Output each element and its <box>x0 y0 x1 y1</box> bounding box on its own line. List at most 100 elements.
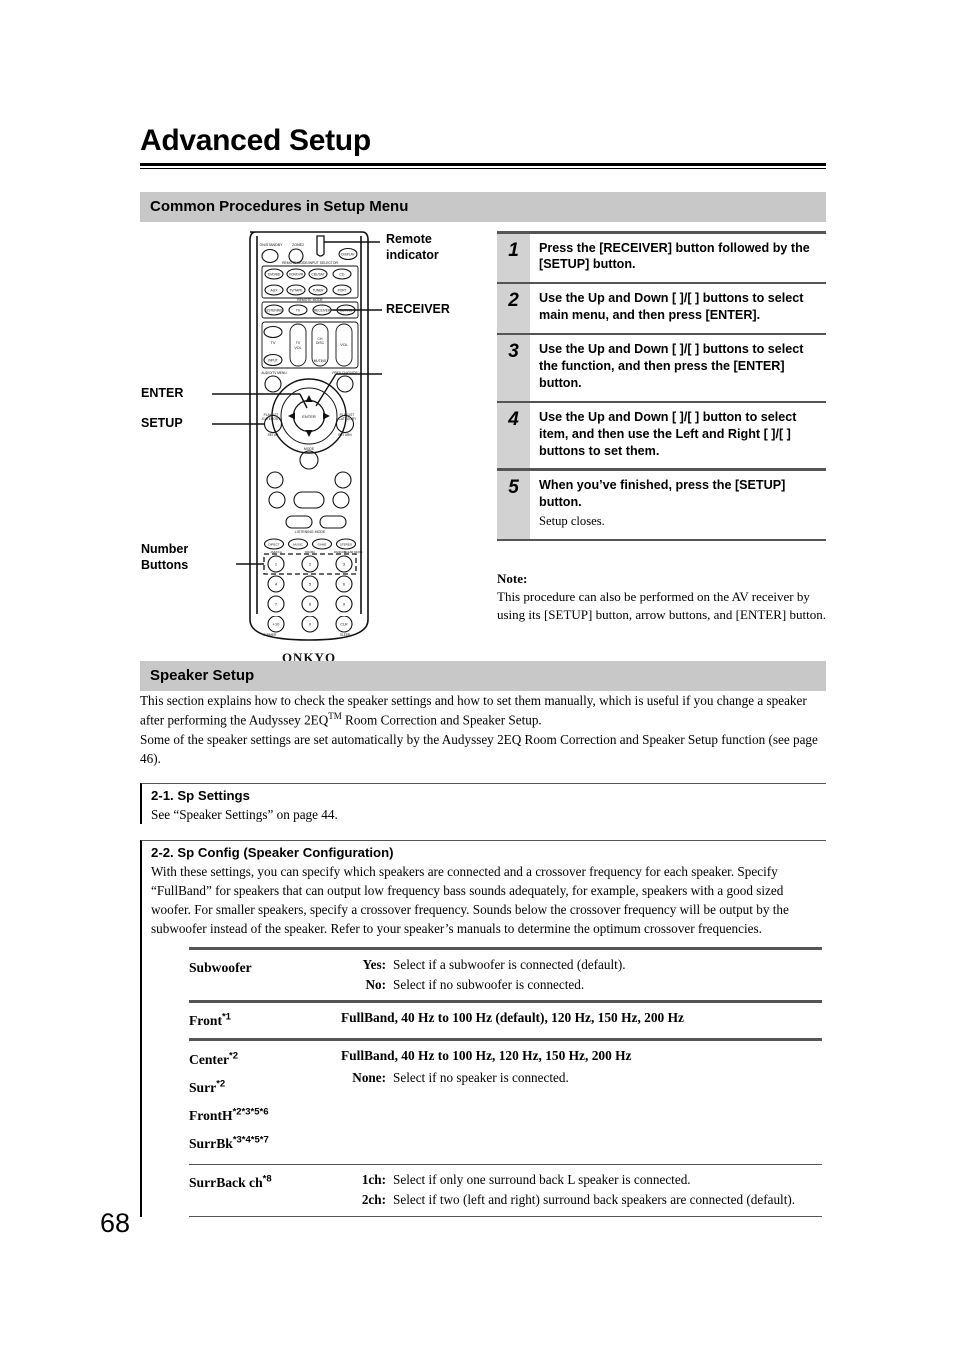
table-row-surrback-ch: SurrBack ch*8 1ch: Select if only one su… <box>189 1165 822 1216</box>
svg-text:DRAMA: DRAMA <box>305 550 315 554</box>
step-row: 4 Use the Up and Down [ ]/[ ] button to … <box>497 403 826 469</box>
step-row: 3 Use the Up and Down [ ]/[ ] buttons to… <box>497 335 826 401</box>
option-desc: Select if two (left and right) surround … <box>393 1192 796 1208</box>
row-values: FullBand, 40 Hz to 100 Hz (default), 120… <box>341 1008 822 1033</box>
step-number: 1 <box>497 233 530 282</box>
row-values: 1ch: Select if only one surround back L … <box>341 1170 822 1211</box>
svg-text:VOL: VOL <box>340 343 348 347</box>
row-label: Subwoofer <box>189 955 341 996</box>
option-desc: Select if no subwoofer is connected. <box>393 976 585 992</box>
svg-text:ZONE2: ZONE2 <box>292 243 304 247</box>
footnote-ref: *2 <box>229 1050 238 1062</box>
svg-text:SLEEP: SLEEP <box>340 633 350 637</box>
step-row: 5 When you’ve finished, press the [SETUP… <box>497 470 826 540</box>
svg-text:TV: TV <box>270 340 275 345</box>
svg-text:INPUT: INPUT <box>268 359 278 363</box>
svg-text:4: 4 <box>275 582 278 587</box>
step-number: 5 <box>497 470 530 540</box>
option-key: 2ch: <box>361 1192 386 1208</box>
subsection-heading: 2-2. Sp Config (Speaker Configuration) <box>151 845 394 860</box>
svg-text:ENTER: ENTER <box>302 414 316 419</box>
title-rule-thin <box>140 168 826 169</box>
remote-control-illustration: ON/STANDBY ZONE2 DISPLAY REMOTE MODE/INP… <box>140 228 490 673</box>
callout-receiver: RECEIVER <box>386 302 450 316</box>
row-label-text: FrontH <box>189 1108 233 1124</box>
option-line: 1ch: Select if only one surround back L … <box>341 1170 822 1190</box>
svg-text:CLR: CLR <box>340 623 348 627</box>
row-label: Front*1 <box>189 1008 341 1033</box>
callout-remote-indicator: Remote indicator <box>386 232 439 262</box>
option-desc: Select if a subwoofer is connected (defa… <box>393 956 626 972</box>
option-line: No: Select if no subwoofer is connected. <box>341 975 822 995</box>
row-label: SurrBack ch*8 <box>189 1170 341 1211</box>
row-label-text: Surr <box>189 1079 217 1095</box>
footnote-ref: *8 <box>262 1173 272 1185</box>
row-label-group: Center*2 Surr*2 FrontH*2*3*5*6 SurrBk*3*… <box>189 1046 341 1159</box>
row-label-text: Subwoofer <box>189 959 252 975</box>
title-block: Advanced Setup <box>140 124 826 169</box>
svg-text:MODE: MODE <box>304 447 315 451</box>
svg-text:7: 7 <box>275 602 278 607</box>
subsection-body: With these settings, you can specify whi… <box>151 864 789 936</box>
svg-text:MUTING: MUTING <box>314 359 327 363</box>
option-key: 1ch: <box>361 1172 386 1187</box>
row-label-text: Front <box>189 1012 222 1028</box>
svg-text:DISC: DISC <box>316 341 325 345</box>
speaker-setup-intro: This section explains how to check the s… <box>140 691 826 768</box>
remote-control-drawing: ON/STANDBY ZONE2 DISPLAY REMOTE MODE/INP… <box>212 231 382 641</box>
footnote-ref: *2*3*5*6 <box>232 1106 269 1118</box>
step-number: 4 <box>497 403 530 469</box>
row-label-text: SurrBack ch <box>189 1175 263 1190</box>
step-number: 3 <box>497 335 530 401</box>
step-row: 2 Use the Up and Down [ ]/[ ] buttons to… <box>497 284 826 333</box>
svg-text:DISPLAY: DISPLAY <box>341 253 355 257</box>
svg-text:/CATEGORY: /CATEGORY <box>338 417 357 421</box>
svg-text:CBL/SAT: CBL/SAT <box>311 273 324 277</box>
svg-text:TV: TV <box>296 341 301 345</box>
svg-text:LISTENING MODE: LISTENING MODE <box>295 530 326 534</box>
svg-text:5: 5 <box>309 582 312 587</box>
subsection-body: See “Speaker Settings” on page 44. <box>151 807 338 822</box>
svg-text:/CATEGORY: /CATEGORY <box>262 417 281 421</box>
setup-steps-table: 1 Press the [RECEIVER] button followed b… <box>497 231 826 541</box>
svg-text:TUNER: TUNER <box>313 289 325 293</box>
footnote-ref: *3*4*5*7 <box>232 1134 269 1146</box>
step-row: 1 Press the [RECEIVER] button followed b… <box>497 233 826 282</box>
svg-text:RECEIVER: RECEIVER <box>314 309 331 313</box>
row-values: FullBand, 40 Hz to 100 Hz, 120 Hz, 150 H… <box>341 1046 822 1159</box>
svg-text:TV: TV <box>296 309 301 313</box>
svg-text:0: 0 <box>309 622 312 627</box>
svg-text:2: 2 <box>309 562 312 567</box>
option-desc: Select if only one surround back L speak… <box>393 1172 691 1187</box>
svg-text:SETUP: SETUP <box>268 433 279 437</box>
svg-text:REMOTE MODE/INPUT SELECTOR: REMOTE MODE/INPUT SELECTOR <box>282 261 338 265</box>
svg-text:JAZZ/CH: JAZZ/CH <box>270 550 282 554</box>
svg-text:REMOTE MODE: REMOTE MODE <box>297 298 323 302</box>
table-row-center-surr-fronth-surrbk: Center*2 Surr*2 FrontH*2*3*5*6 SurrBk*3*… <box>189 1041 822 1164</box>
row-bold-values: FullBand, 40 Hz to 100 Hz (default), 120… <box>341 1009 684 1025</box>
steps-bottom-rule <box>497 539 826 541</box>
row-values: Yes: Select if a subwoofer is connected … <box>341 955 822 996</box>
subsection-sp-settings: 2-1. Sp Settings See “Speaker Settings” … <box>140 783 826 824</box>
row-label: SurrBk*3*4*5*7 <box>189 1130 341 1158</box>
table-row-front: Front*1 FullBand, 40 Hz to 100 Hz (defau… <box>189 1003 822 1038</box>
svg-text:+10: +10 <box>273 622 281 627</box>
svg-text:9: 9 <box>343 602 346 607</box>
svg-text:DIRECT: DIRECT <box>268 543 279 547</box>
svg-text:AUX: AUX <box>271 289 279 293</box>
intro-p1-b: Room Correction and Speaker Setup. <box>341 712 542 728</box>
option-line: 2ch: Select if two (left and right) surr… <box>341 1190 822 1210</box>
step-text: When you’ve finished, press the [SETUP] … <box>539 477 786 509</box>
subsection-sp-config: 2-2. Sp Config (Speaker Configuration) W… <box>140 840 826 1218</box>
option-key: None: <box>352 1070 386 1086</box>
intro-paragraph-2: Some of the speaker settings are set aut… <box>140 731 818 766</box>
svg-text:STEREO: STEREO <box>340 543 353 547</box>
table-row-subwoofer: Subwoofer Yes: Select if a subwoofer is … <box>189 950 822 1001</box>
callout-enter: ENTER <box>141 386 184 400</box>
svg-text:CD: CD <box>340 273 345 277</box>
callout-setup: SETUP <box>141 416 183 430</box>
subsection-heading: 2-1. Sp Settings <box>151 788 250 803</box>
svg-text:AUDIO/TV MENU: AUDIO/TV MENU <box>261 371 287 375</box>
svg-text:LISTENING: LISTENING <box>266 309 283 313</box>
footnote-ref: *1 <box>221 1011 231 1023</box>
